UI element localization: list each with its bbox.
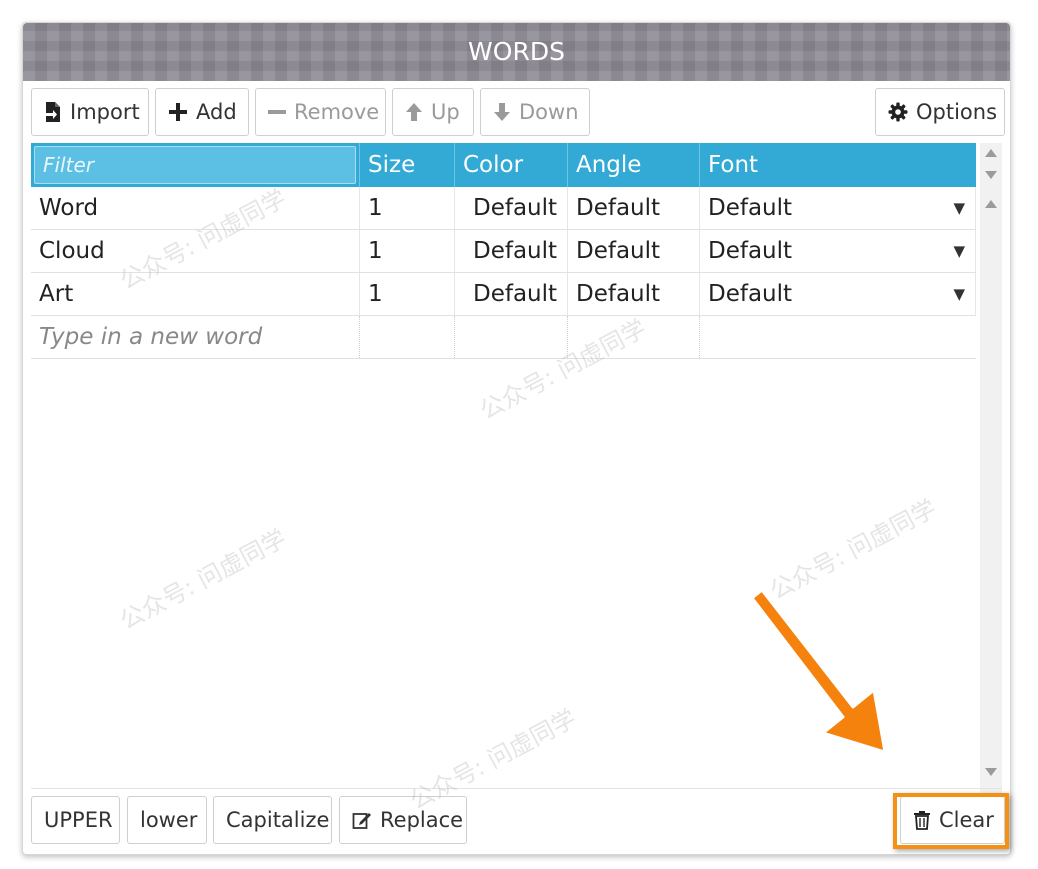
- angle-cell[interactable]: Default: [568, 230, 700, 272]
- arrow-down-icon: [493, 102, 511, 122]
- add-button[interactable]: Add: [155, 88, 249, 136]
- scroll-up-arrow-icon[interactable]: [985, 200, 997, 208]
- panel-header: WORDS: [23, 23, 1010, 81]
- new-word-row[interactable]: Type in a new word: [31, 316, 976, 359]
- vertical-scrollbar[interactable]: [980, 143, 1002, 793]
- table-row[interactable]: Art 1 Default Default Default ▼: [31, 273, 976, 316]
- table-row[interactable]: Cloud 1 Default Default Default ▼: [31, 230, 976, 273]
- plus-icon: [168, 102, 188, 122]
- words-panel: WORDS Import Add Remove Up Down Options …: [22, 22, 1011, 855]
- color-cell[interactable]: Default: [455, 187, 568, 229]
- new-word-input[interactable]: Type in a new word: [31, 316, 360, 358]
- empty-cell[interactable]: [568, 316, 700, 358]
- font-value: Default: [708, 281, 793, 307]
- font-value: Default: [708, 238, 793, 264]
- size-cell[interactable]: 1: [360, 230, 455, 272]
- scroll-down-arrow-icon[interactable]: [985, 171, 997, 179]
- empty-cell[interactable]: [360, 316, 455, 358]
- font-cell[interactable]: Default ▼: [700, 273, 976, 315]
- clear-highlight-box: [893, 793, 1009, 849]
- column-header-font[interactable]: Font: [700, 143, 976, 187]
- replace-button[interactable]: Replace: [339, 796, 467, 844]
- word-cell[interactable]: Word: [31, 187, 360, 229]
- word-cell[interactable]: Art: [31, 273, 360, 315]
- angle-cell[interactable]: Default: [568, 187, 700, 229]
- arrow-up-icon: [405, 102, 423, 122]
- word-cell[interactable]: Cloud: [31, 230, 360, 272]
- size-cell[interactable]: 1: [360, 187, 455, 229]
- panel-title: WORDS: [468, 37, 565, 66]
- capitalize-button[interactable]: Capitalize: [213, 796, 332, 844]
- dropdown-caret-icon[interactable]: ▼: [953, 242, 965, 260]
- table-row[interactable]: Word 1 Default Default Default ▼: [31, 187, 976, 230]
- size-cell[interactable]: 1: [360, 273, 455, 315]
- down-button[interactable]: Down: [480, 88, 590, 136]
- grid-header: Filter Size Color Angle Font: [31, 143, 976, 187]
- minus-icon: [268, 102, 286, 122]
- scroll-down-arrow-icon[interactable]: [985, 768, 997, 776]
- word-grid: Filter Size Color Angle Font Word 1 Defa…: [31, 143, 976, 359]
- bottom-toolbar: UPPER lower Capitalize Replace Clear: [31, 788, 1005, 848]
- font-cell[interactable]: Default ▼: [700, 230, 976, 272]
- filter-cell: Filter: [31, 143, 360, 187]
- color-cell[interactable]: Default: [455, 273, 568, 315]
- dropdown-caret-icon[interactable]: ▼: [953, 285, 965, 303]
- toolbar: Import Add Remove Up Down Options: [31, 88, 1005, 136]
- color-cell[interactable]: Default: [455, 230, 568, 272]
- import-icon: [44, 101, 62, 123]
- options-button[interactable]: Options: [875, 88, 1005, 136]
- import-button[interactable]: Import: [31, 88, 149, 136]
- gear-icon: [888, 102, 908, 122]
- column-header-color[interactable]: Color: [455, 143, 568, 187]
- lowercase-button[interactable]: lower: [127, 796, 207, 844]
- uppercase-button[interactable]: UPPER: [31, 796, 120, 844]
- empty-cell[interactable]: [700, 316, 976, 358]
- remove-button[interactable]: Remove: [255, 88, 386, 136]
- filter-input[interactable]: Filter: [34, 146, 356, 184]
- column-header-size[interactable]: Size: [360, 143, 455, 187]
- angle-cell[interactable]: Default: [568, 273, 700, 315]
- up-button[interactable]: Up: [392, 88, 474, 136]
- edit-icon: [352, 810, 372, 830]
- column-header-angle[interactable]: Angle: [568, 143, 700, 187]
- dropdown-caret-icon[interactable]: ▼: [953, 199, 965, 217]
- scroll-up-arrow-icon[interactable]: [985, 149, 997, 157]
- empty-cell[interactable]: [455, 316, 568, 358]
- font-value: Default: [708, 195, 793, 221]
- font-cell[interactable]: Default ▼: [700, 187, 976, 229]
